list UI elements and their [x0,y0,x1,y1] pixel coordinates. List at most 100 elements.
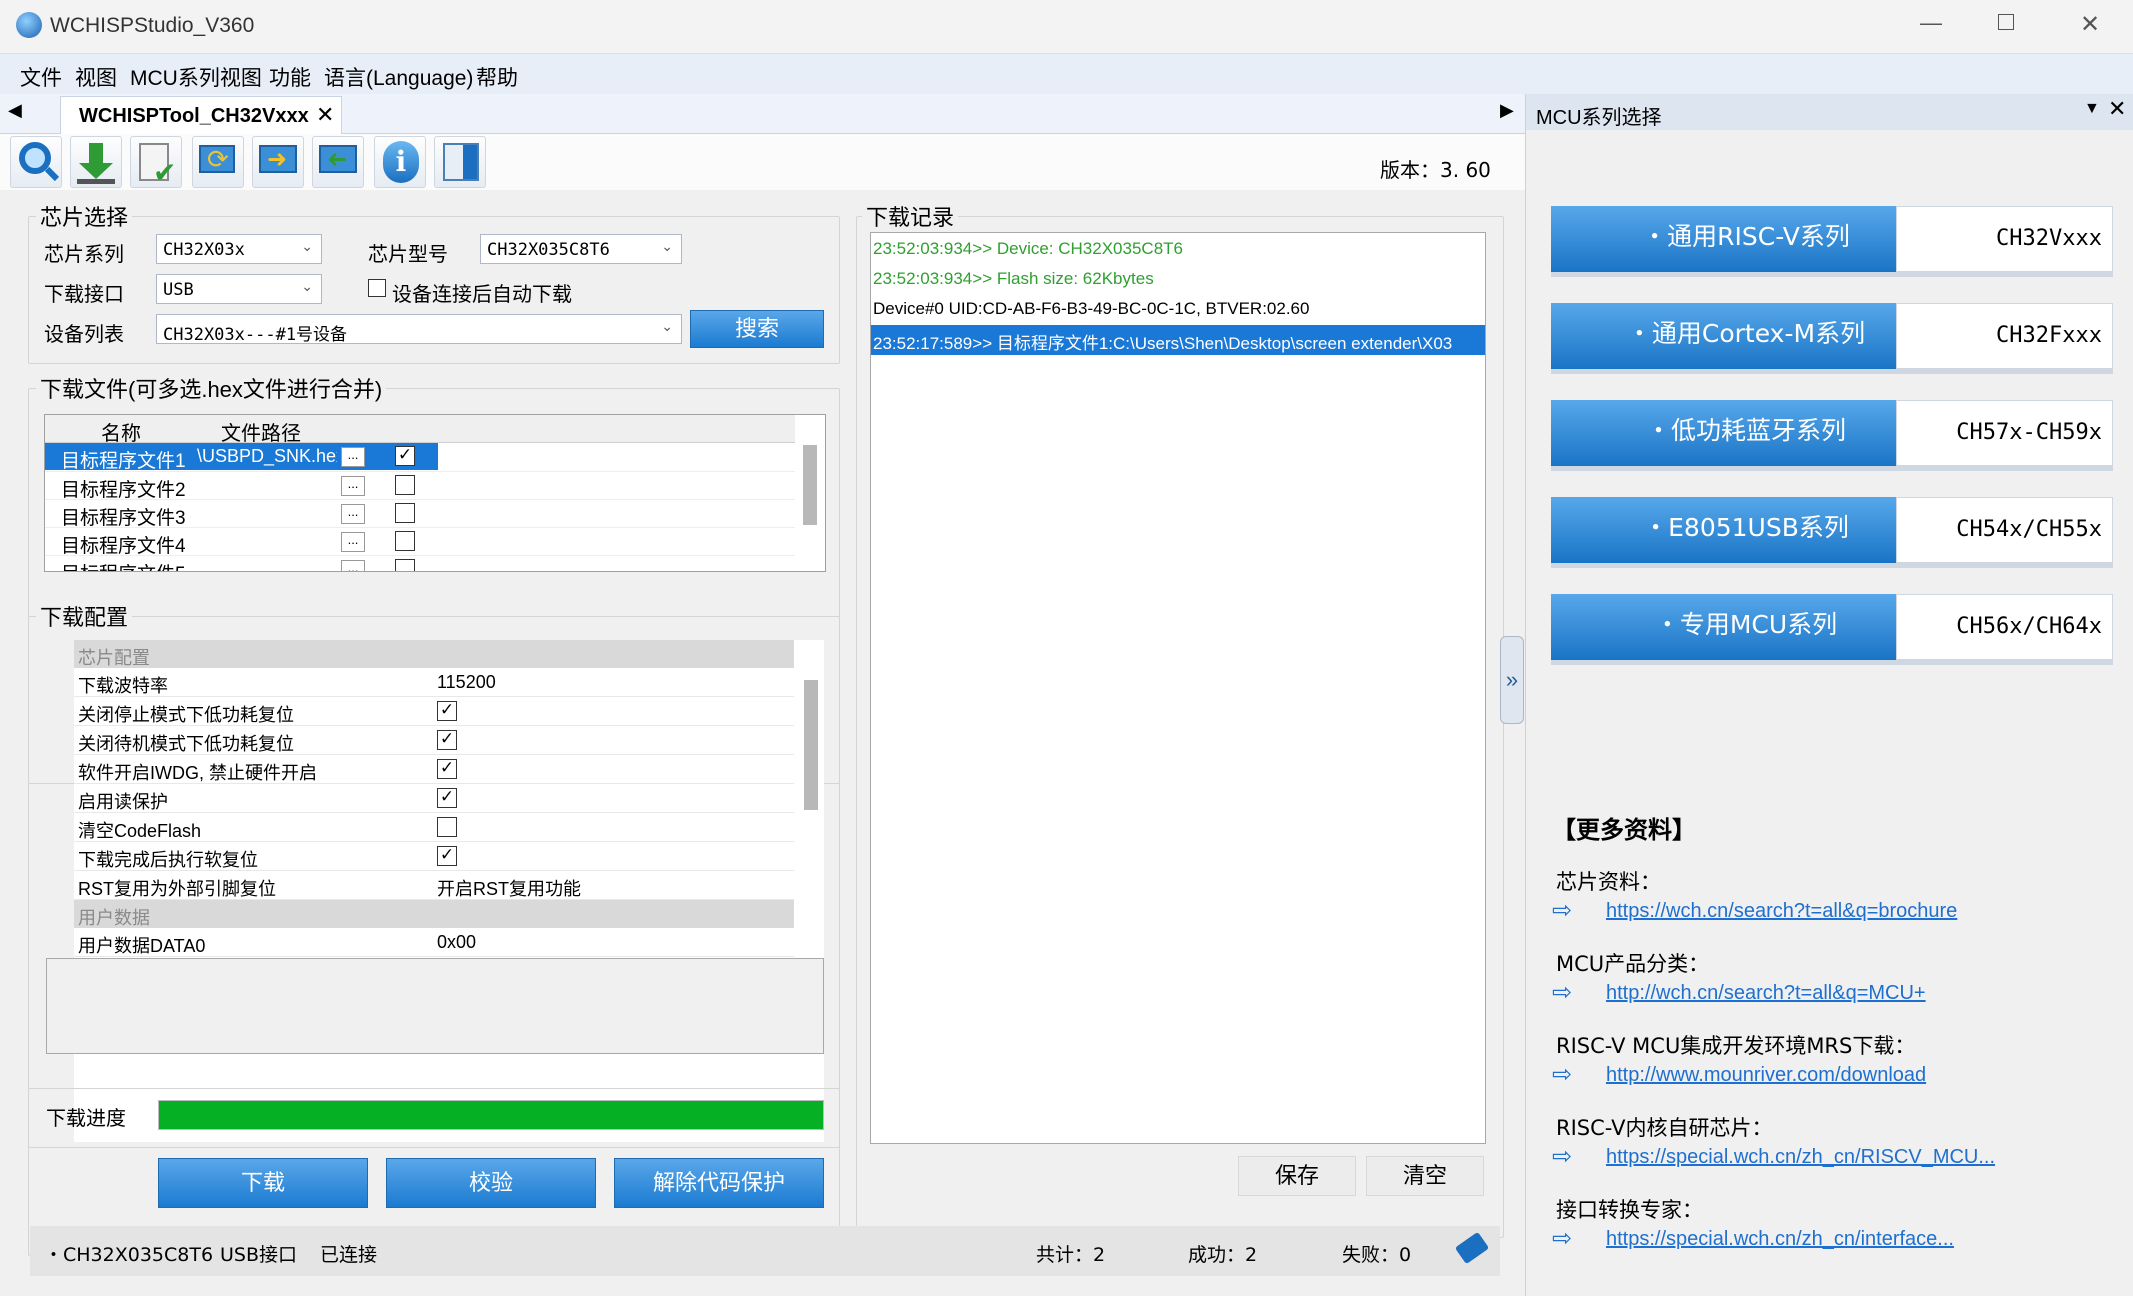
download-interface-select[interactable]: USB ⌄ [156,274,322,304]
config-row[interactable]: 下载波特率 115200 [74,668,794,697]
resource-link[interactable]: https://wch.cn/search?t=all&q=brochure [1606,900,1957,923]
config-checkbox[interactable]: ✓ [437,730,457,750]
config-row[interactable]: RST复用为外部引脚复位 开启RST复用功能 [74,871,794,900]
config-checkbox[interactable]: ✓ [437,701,457,721]
panel-collapse-handle[interactable]: » [1500,636,1524,724]
download-icon[interactable] [70,136,122,188]
table-row[interactable]: 目标程序文件2 ... [45,471,795,501]
config-checkbox[interactable]: ✓ [437,846,457,866]
verify-icon[interactable]: ✔ [130,136,182,188]
resource-link[interactable]: http://wch.cn/search?t=all&q=MCU+ [1606,982,1926,1005]
config-checkbox[interactable]: ✓ [437,788,457,808]
version-label: 版本：3. 60 [1380,158,1491,182]
table-row[interactable]: 目标程序文件3 ... [45,499,795,529]
search-icon[interactable] [10,136,62,188]
col-path-header: 文件路径 [221,423,301,445]
config-row[interactable]: 清空CodeFlash [74,813,794,842]
auto-download-checkbox[interactable] [368,279,386,297]
menu-view[interactable]: 视图 [75,62,117,92]
resource-link[interactable]: http://www.mounriver.com/download [1606,1064,1926,1087]
arrow-right-icon: ⇨ [1552,979,1573,1006]
refresh-icon[interactable]: ⟳ [192,136,244,188]
toolbar: ✔ ⟳ ➜ ➜ i 版本：3. 60 [0,134,1525,190]
browse-button[interactable]: ... [341,560,365,571]
mcu-card-riscv[interactable]: ・通用RISC-V系列 CH32Vxxx [1551,206,2113,277]
log-line: 23:52:03:934>> Device: CH32X035C8T6 [873,239,1183,258]
status-fail: 失败：0 [1342,1244,1412,1266]
maximize-icon[interactable] [1998,14,2014,30]
unprotect-button[interactable]: 解除代码保护 [614,1158,824,1208]
chip-series-select[interactable]: CH32X03x ⌄ [156,234,322,264]
menu-file[interactable]: 文件 [20,62,62,92]
table-scrollbar[interactable] [803,445,817,525]
browse-button[interactable]: ... [341,504,365,524]
info-icon[interactable]: i [374,136,426,188]
resource-link[interactable]: https://special.wch.cn/zh_cn/interface..… [1606,1228,1954,1251]
menu-mcu-view[interactable]: MCU系列视图 [130,62,262,92]
progress-label: 下载进度 [46,1108,126,1130]
config-row[interactable]: 软件开启IWDG, 禁止硬件开启 ✓ [74,755,794,784]
panel-header: MCU系列选择 ▼ ✕ [1526,94,2133,130]
mcu-card-special[interactable]: ・专用MCU系列 CH56x/CH64x [1551,594,2113,665]
file-checkbox[interactable]: ✓ [395,446,415,466]
import-icon[interactable]: ➜ [312,136,364,188]
config-checkbox[interactable]: ✓ [437,759,457,779]
file-checkbox[interactable] [395,531,415,551]
tab-scroll-right-icon[interactable]: ▶ [1500,100,1514,121]
resource-title: 芯片资料： [1556,870,1661,894]
clear-log-button[interactable]: 清空 [1366,1156,1484,1196]
file-checkbox[interactable] [395,475,415,495]
config-row[interactable]: 关闭停止模式下低功耗复位 ✓ [74,697,794,726]
minimize-icon[interactable]: — [1920,10,1942,36]
resource-title: RISC-V内核自研芯片： [1556,1116,1773,1140]
chevron-down-icon: ⌄ [301,239,313,255]
download-button[interactable]: 下载 [158,1158,368,1208]
browse-button[interactable]: ... [341,447,365,467]
mcu-card-e8051[interactable]: ・E8051USB系列 CH54x/CH55x [1551,497,2113,568]
config-checkbox[interactable] [437,817,457,837]
mcu-card-cortex-m[interactable]: ・通用Cortex-M系列 CH32Fxxx [1551,303,2113,374]
file-checkbox[interactable] [395,503,415,523]
table-row[interactable]: 目标程序文件1 \USBPD_SNK.hex ... ✓ [45,443,795,472]
log-line: 23:52:03:934>> Flash size: 62Kbytes [873,269,1154,288]
chip-series-label: 芯片系列 [44,244,124,266]
verify-button[interactable]: 校验 [386,1158,596,1208]
chevron-down-icon: ⌄ [301,279,313,295]
menu-language[interactable]: 语言(Language) [324,62,473,92]
config-category: 芯片配置 [74,640,794,668]
eraser-icon[interactable] [1454,1231,1490,1265]
table-row[interactable]: 目标程序文件5 ... [45,555,795,571]
panel-icon[interactable] [434,136,486,188]
config-row[interactable]: 用户数据DATA0 0x00 [74,928,794,957]
panel-close-icon[interactable]: ✕ [2108,96,2126,122]
tab-wchisptool[interactable]: WCHISPTool_CH32Vxxx ✕ [60,96,342,134]
file-name: 目标程序文件3 [61,508,186,529]
file-checkbox[interactable] [395,559,415,571]
browse-button[interactable]: ... [341,532,365,552]
menu-function[interactable]: 功能 [269,62,311,92]
chip-model-select[interactable]: CH32X035C8T6 ⌄ [480,234,682,264]
file-path: \USBPD_SNK.hex [197,446,337,466]
menu-help[interactable]: 帮助 [476,62,518,92]
config-row[interactable]: 启用读保护 ✓ [74,784,794,813]
close-icon[interactable]: ✕ [2080,10,2100,39]
tab-scroll-left-icon[interactable]: ◀ [8,100,22,121]
mcu-card-ble[interactable]: ・低功耗蓝牙系列 CH57x-CH59x [1551,400,2113,471]
config-row[interactable]: 关闭待机模式下低功耗复位 ✓ [74,726,794,755]
config-row[interactable]: 下载完成后执行软复位 ✓ [74,842,794,871]
config-scrollbar[interactable] [804,680,818,810]
log-box: 23:52:03:934>> Device: CH32X035C8T6 23:5… [870,232,1486,1144]
save-log-button[interactable]: 保存 [1238,1156,1356,1196]
export-icon[interactable]: ➜ [252,136,304,188]
config-grid: 芯片配置 下载波特率 115200 关闭停止模式下低功耗复位 ✓ 关闭待机模式下… [74,640,824,1142]
panel-menu-icon[interactable]: ▼ [2084,100,2100,118]
browse-button[interactable]: ... [341,476,365,496]
arrow-right-icon: ⇨ [1552,1225,1573,1252]
tab-close-icon[interactable]: ✕ [316,102,334,128]
tab-strip: ◀ WCHISPTool_CH32Vxxx ✕ ▶ [0,94,1525,134]
search-button[interactable]: 搜索 [690,310,824,348]
resource-link[interactable]: https://special.wch.cn/zh_cn/RISCV_MCU..… [1606,1146,1995,1169]
table-row[interactable]: 目标程序文件4 ... [45,527,795,557]
log-line[interactable]: 23:52:17:589>> 目标程序文件1:C:\Users\Shen\Des… [871,325,1485,355]
device-list-select[interactable]: CH32X03x---#1号设备 ⌄ [156,314,682,345]
